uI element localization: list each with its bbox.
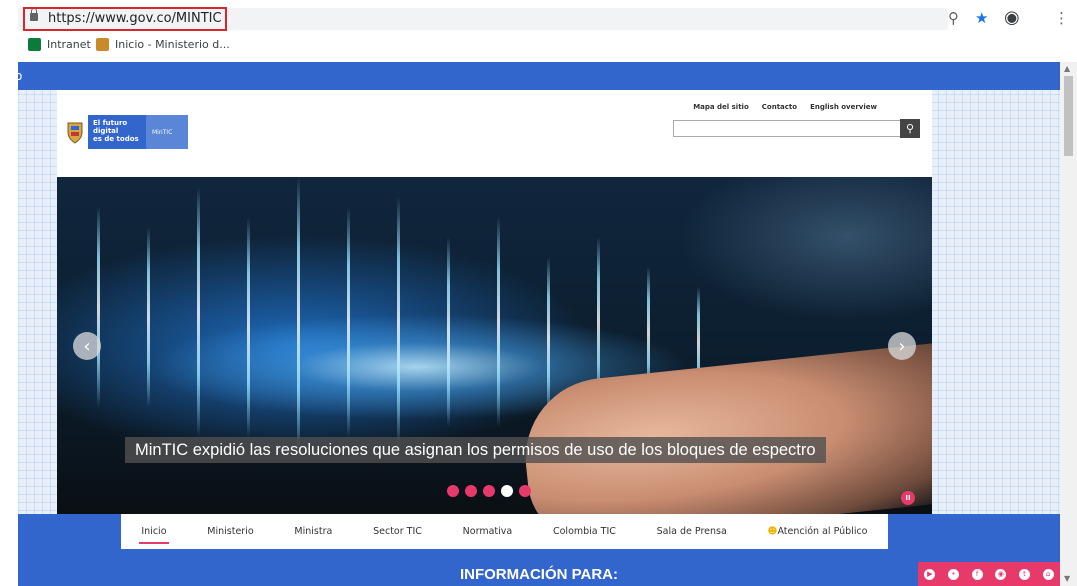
account-icon[interactable]: ◉ [1004,9,1020,27]
logo-line2: es de todos [93,135,139,143]
site-header: El futuro digital es de todos MinTIC Mapa… [57,90,932,177]
flickr-icon[interactable]: • [947,568,959,580]
scroll-down-arrow-icon[interactable]: ▼ [1064,574,1070,583]
menu-icon[interactable]: ⋮ [1054,10,1069,26]
link-english-overview[interactable]: English overview [810,103,877,111]
bookmark-label: Intranet [47,38,91,51]
carousel-prev-button[interactable]: ‹ [73,332,101,360]
url-text[interactable]: https://www.gov.co/MINTIC [48,11,222,26]
facebook-icon[interactable]: f [971,568,983,580]
carousel-dot[interactable] [447,485,459,497]
logo-line1: El futuro digital [93,119,128,135]
nav-normativa[interactable]: Normativa [461,523,515,540]
nav-sector-tic[interactable]: Sector TIC [371,523,424,540]
instagram-icon[interactable]: ◉ [995,568,1007,580]
hand-image [517,341,932,514]
zoom-icon[interactable]: ⚲ [948,10,959,26]
star-icon[interactable]: ★ [975,10,988,26]
bookmark-label: Inicio - Ministerio d... [115,38,230,51]
carousel-dot[interactable] [519,485,531,497]
web-page: o El futuro digital es de todos MinTIC Ma… [18,62,1060,586]
twitter-icon[interactable]: t [1018,568,1030,580]
link-mapa-del-sitio[interactable]: Mapa del sitio [693,103,749,111]
search-button[interactable]: ⚲ [900,119,920,138]
carousel-dots [447,485,531,497]
sharepoint-icon [28,38,41,51]
nav-atencion-al-publico[interactable]: ☻Atención al Público [766,523,870,540]
rss-icon[interactable]: ⌂ [1042,568,1054,580]
logo-text: El futuro digital es de todos [88,115,146,149]
nav-ministra[interactable]: Ministra [292,523,334,540]
ministerio-icon [96,38,109,51]
bookmark-intranet[interactable]: Intranet [28,38,91,51]
nav-atencion-label: Atención al Público [777,526,868,537]
mintic-logo[interactable]: El futuro digital es de todos MinTIC [62,115,188,149]
link-contacto[interactable]: Contacto [762,103,797,111]
top-blue-strip: o [18,62,1060,90]
social-bar: ▶ • f ◉ t ⌂ [918,562,1060,586]
info-heading: INFORMACIÓN PARA: [459,566,619,583]
hero-carousel: ‹ › MinTIC expidió las resoluciones que … [57,177,932,514]
bookmarks-bar: Intranet Inicio - Ministerio d... [0,34,1077,62]
chevron-left-icon: ‹ [83,335,91,357]
coat-of-arms-icon [62,115,88,149]
main-nav: Inicio Ministerio Ministra Sector TIC No… [121,514,888,549]
carousel-next-button[interactable]: › [888,332,916,360]
chevron-right-icon: › [898,335,906,357]
topstrip-text: o [18,69,23,83]
hero-caption[interactable]: MinTIC expidió las resoluciones que asig… [125,437,826,463]
pause-icon: II [905,494,911,502]
browser-toolbar: https://www.gov.co/MINTIC ⚲ ★ ◉ ⋮ [0,0,1077,34]
top-links: Mapa del sitio Contacto English overview [693,103,877,111]
scroll-up-arrow-icon[interactable]: ▲ [1064,64,1070,73]
nav-colombia-tic[interactable]: Colombia TIC [551,523,618,540]
carousel-dot-active[interactable] [501,485,513,497]
search-input[interactable] [673,120,917,137]
scroll-thumb[interactable] [1064,76,1073,156]
carousel-dot[interactable] [483,485,495,497]
pause-button[interactable]: II [901,491,915,505]
nav-sala-de-prensa[interactable]: Sala de Prensa [655,523,729,540]
logo-badge: MinTIC [146,115,188,149]
smile-icon: ☻ [767,526,778,537]
youtube-icon[interactable]: ▶ [924,568,936,580]
bookmark-inicio[interactable]: Inicio - Ministerio d... [96,38,230,51]
nav-inicio[interactable]: Inicio [139,523,169,544]
page-scrollbar[interactable]: ▲ ▼ [1060,62,1077,586]
search-icon: ⚲ [905,122,915,135]
carousel-dot[interactable] [465,485,477,497]
nav-ministerio[interactable]: Ministerio [205,523,255,540]
